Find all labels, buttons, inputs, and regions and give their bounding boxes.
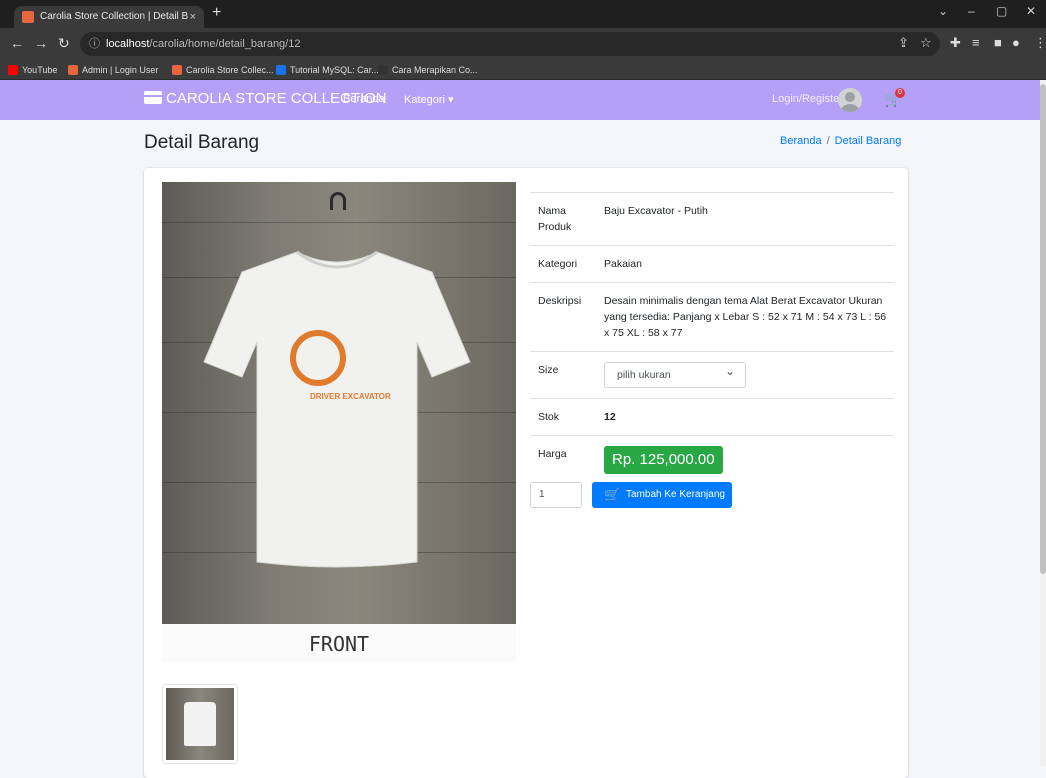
tshirt-shape	[203, 250, 471, 568]
side-panel-icon[interactable]: ■	[994, 35, 1002, 50]
reading-list-icon[interactable]: ≡	[972, 35, 980, 50]
bookmark-merapikan[interactable]: Cara Merapikan Co...	[378, 62, 478, 78]
size-select[interactable]: pilih ukuran	[604, 359, 746, 388]
price-badge: Rp. 125,000.00	[604, 446, 723, 474]
hanger-icon	[330, 192, 346, 210]
tab-title: Carolia Store Collection | Detail B	[40, 11, 189, 22]
nav-beranda[interactable]: Beranda	[343, 93, 385, 105]
row-nama-produk: Nama Produk Baju Excavator - Putih	[530, 192, 894, 245]
store-favicon-icon	[172, 65, 182, 75]
profile-icon[interactable]: ●	[1012, 35, 1020, 50]
breadcrumb-current: Detail Barang	[834, 135, 902, 147]
breadcrumb: Beranda / Detail Barang	[780, 135, 902, 147]
bookmark-mysql[interactable]: Tutorial MySQL: Car...	[276, 62, 379, 78]
cart-count-badge: 0	[895, 88, 905, 98]
product-image: DRIVER EXCAVATOR	[162, 182, 516, 624]
new-tab-icon[interactable]: +	[212, 4, 221, 22]
row-stok: Stok 12	[530, 398, 894, 435]
share-icon[interactable]: ⇪	[898, 35, 909, 51]
label-deskripsi: Deskripsi	[538, 295, 582, 307]
label-harga: Harga	[538, 448, 567, 460]
browser-tab-strip: Carolia Store Collection | Detail B × + …	[0, 0, 1046, 28]
tab-search-icon[interactable]: ⌄	[938, 4, 948, 18]
browser-menu-icon[interactable]: ⋮	[1034, 35, 1046, 51]
value-deskripsi: Desain minimalis dengan tema Alat Berat …	[604, 295, 887, 339]
label-stok: Stok	[538, 411, 560, 423]
bookmark-youtube[interactable]: YouTube	[8, 62, 57, 78]
avatar[interactable]	[838, 88, 862, 112]
photo-caption: FRONT	[162, 624, 516, 662]
minimize-icon[interactable]: –	[968, 4, 975, 18]
product-card: DRIVER EXCAVATOR FRONT Nama Produk Baju …	[144, 168, 908, 778]
label-kategori: Kategori	[538, 258, 578, 270]
bookmark-star-icon[interactable]: ☆	[920, 35, 932, 51]
doc-icon	[276, 65, 286, 75]
value-nama-produk: Baju Excavator - Putih	[604, 205, 708, 217]
site-navbar: CAROLIA STORE COLLECTION Beranda Kategor…	[0, 80, 1040, 120]
back-icon[interactable]: ←	[10, 35, 24, 51]
address-bar-row: ← → ↻ ⓘ localhost/carolia/home/detail_ba…	[0, 28, 1046, 60]
url-host: localhost	[106, 38, 150, 50]
bookmark-carolia[interactable]: Carolia Store Collec...	[172, 62, 274, 78]
page-title: Detail Barang	[144, 132, 260, 153]
scrollbar-thumb[interactable]	[1040, 84, 1046, 574]
extensions-icon[interactable]: ✚	[950, 35, 961, 51]
value-kategori: Pakaian	[604, 258, 642, 270]
product-detail-table: Nama Produk Baju Excavator - Putih Kateg…	[530, 192, 894, 484]
label-size: Size	[538, 364, 559, 376]
store-favicon-icon	[68, 65, 78, 75]
browser-tab[interactable]: Carolia Store Collection | Detail B ×	[14, 6, 204, 28]
site-info-icon[interactable]: ⓘ	[89, 32, 100, 56]
row-kategori: Kategori Pakaian	[530, 245, 894, 282]
print-text: DRIVER EXCAVATOR	[310, 392, 391, 401]
url-field[interactable]: ⓘ localhost/carolia/home/detail_barang/1…	[80, 32, 940, 56]
value-stok: 12	[604, 411, 616, 423]
youtube-icon	[8, 65, 18, 75]
row-deskripsi: Deskripsi Desain minimalis dengan tema A…	[530, 282, 894, 351]
restore-icon[interactable]: ▢	[996, 4, 1007, 18]
bookmarks-bar: YouTube Admin | Login User Carolia Store…	[0, 60, 1046, 80]
reload-icon[interactable]: ↻	[58, 35, 70, 52]
thumbnail-image[interactable]	[162, 684, 238, 764]
site-favicon-icon	[22, 11, 34, 23]
excavator-print-icon	[290, 330, 346, 386]
login-register-link[interactable]: Login/Register	[772, 93, 843, 105]
close-window-icon[interactable]: ✕	[1026, 4, 1036, 18]
bookmark-admin-login[interactable]: Admin | Login User	[68, 62, 158, 78]
quantity-input[interactable]: 1	[530, 482, 582, 508]
store-icon	[144, 91, 162, 104]
tab-close-icon[interactable]: ×	[190, 6, 196, 28]
row-harga: Harga Rp. 125,000.00	[530, 435, 894, 484]
label-nama-produk: Nama Produk	[538, 205, 572, 233]
forward-icon[interactable]: →	[34, 35, 48, 51]
add-to-cart-button[interactable]: 🛒 Tambah Ke Keranjang	[592, 482, 732, 508]
breadcrumb-beranda[interactable]: Beranda	[780, 135, 822, 147]
nav-kategori-dropdown[interactable]: Kategori ▾	[404, 93, 454, 106]
arrow-icon	[378, 65, 388, 75]
row-size: Size pilih ukuran	[530, 351, 894, 398]
cart-add-icon: 🛒	[604, 487, 621, 502]
url-path: /carolia/home/detail_barang/12	[149, 38, 301, 50]
